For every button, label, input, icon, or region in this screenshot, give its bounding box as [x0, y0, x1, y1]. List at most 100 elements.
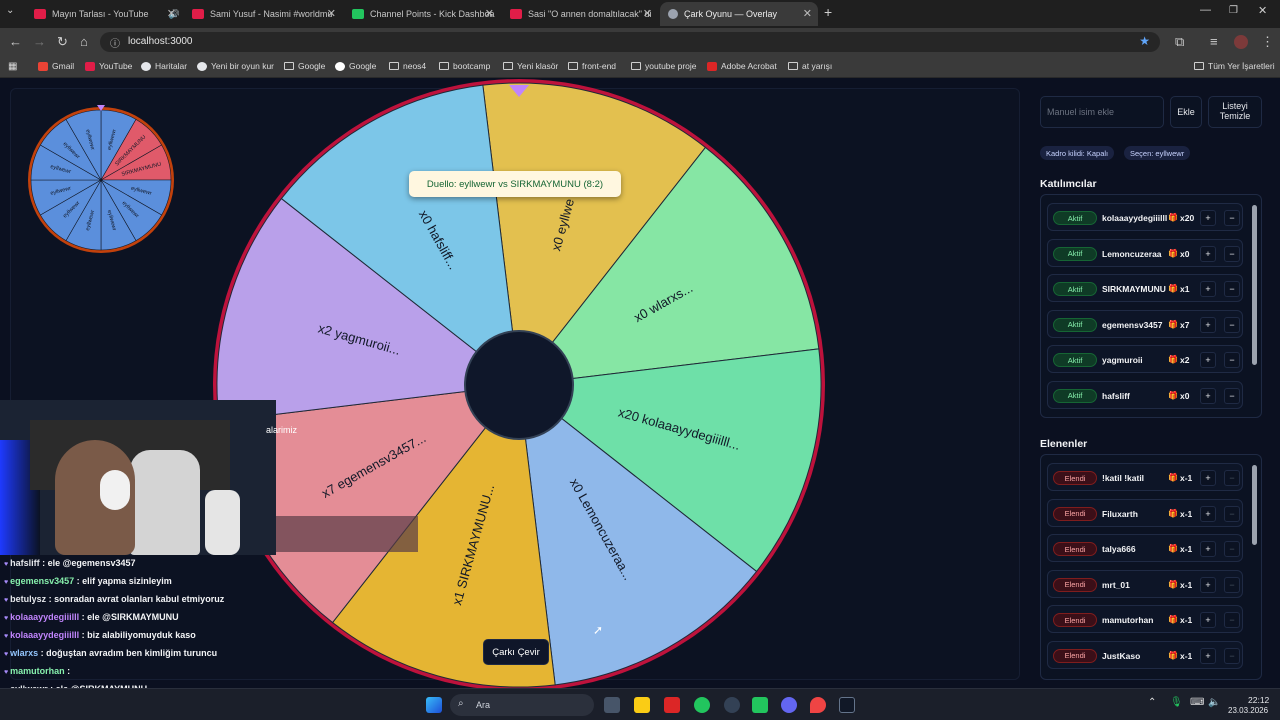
bookmark-folder-youtube-proje[interactable]: youtube proje: [631, 61, 697, 71]
clear-list-button[interactable]: Listeyi Temizle: [1208, 96, 1262, 128]
tab-list-icon[interactable]: ⌄: [6, 5, 14, 16]
volume-icon[interactable]: 🔈: [1208, 697, 1220, 708]
kick-app-icon[interactable]: [752, 697, 768, 713]
clock-date[interactable]: 23.03.2026: [1228, 706, 1268, 715]
bookmark-folder-neos4[interactable]: neos4: [389, 61, 426, 71]
increment-button[interactable]: +: [1200, 316, 1216, 333]
bookmark-folder-bootcamp[interactable]: bootcamp: [439, 61, 490, 71]
bookmark-acrobat[interactable]: Adobe Acrobat: [707, 61, 777, 71]
reload-icon[interactable]: ↻: [57, 34, 68, 50]
close-tab-icon[interactable]: ✕: [803, 7, 812, 20]
bookmark-folder-google[interactable]: Google: [284, 61, 325, 71]
decrement-button[interactable]: −: [1224, 352, 1240, 368]
bookmark-star-icon[interactable]: ★: [1139, 34, 1150, 48]
spin-button[interactable]: Çarkı Çevir: [483, 639, 549, 665]
status-badge[interactable]: Aktif: [1053, 211, 1097, 225]
tray-chevron-icon[interactable]: ⌃: [1148, 697, 1156, 708]
extensions-icon[interactable]: ⧉: [1175, 34, 1184, 50]
tab-0[interactable]: Mayın Tarlası - YouTube 🔊 ✕: [26, 2, 182, 26]
tab-2[interactable]: Channel Points - Kick Dashboa ✕: [344, 2, 500, 26]
increment-button[interactable]: +: [1200, 352, 1216, 368]
chrome-icon[interactable]: [694, 697, 710, 713]
omnibox[interactable]: ⓘ localhost:3000 ★: [100, 32, 1160, 52]
decrement-button[interactable]: −: [1224, 316, 1240, 333]
close-window-icon[interactable]: ✕: [1258, 4, 1267, 17]
menu-icon[interactable]: ⋮: [1261, 34, 1274, 50]
bookmark-youtube[interactable]: YouTube: [85, 61, 132, 71]
decrement-button[interactable]: −: [1224, 387, 1240, 404]
bookmark-new-game[interactable]: Yeni bir oyun kur: [197, 61, 274, 71]
increment-button[interactable]: +: [1200, 576, 1216, 593]
decrement-button[interactable]: −: [1224, 210, 1240, 226]
status-badge[interactable]: Aktif: [1053, 317, 1097, 332]
bookmark-folder-new[interactable]: Yeni klasör: [503, 61, 558, 71]
decrement-button[interactable]: −: [1224, 281, 1240, 297]
decrement-button[interactable]: −: [1224, 647, 1240, 664]
manual-name-input[interactable]: Manuel isim ekle: [1040, 96, 1164, 128]
bookmark-maps[interactable]: Haritalar: [141, 61, 187, 71]
close-tab-icon[interactable]: ✕: [643, 7, 652, 20]
bookmark-folder-frontend[interactable]: front-end: [568, 61, 616, 71]
maps-app-icon[interactable]: [810, 697, 826, 713]
site-info-icon[interactable]: ⓘ: [110, 35, 120, 50]
status-badge[interactable]: Aktif: [1053, 353, 1097, 367]
decrement-button[interactable]: −: [1224, 576, 1240, 593]
scrollbar[interactable]: [1252, 465, 1257, 545]
decrement-button[interactable]: −: [1224, 245, 1240, 262]
add-button[interactable]: Ekle: [1170, 96, 1202, 128]
increment-button[interactable]: +: [1200, 210, 1216, 226]
status-badge[interactable]: Elendi: [1053, 577, 1097, 592]
increment-button[interactable]: +: [1200, 281, 1216, 297]
clock-time[interactable]: 22:12: [1248, 695, 1269, 705]
close-tab-icon[interactable]: ✕: [485, 7, 494, 20]
apps-icon[interactable]: ▦: [8, 61, 17, 72]
youtube-app-icon[interactable]: [664, 697, 680, 713]
bookmark-folder-at-yarisi[interactable]: at yarışı: [788, 61, 832, 71]
main-wheel[interactable]: x0 eyllwex0 wlarxs...x20 kolaaayydegiiil…: [209, 75, 829, 695]
bookmark-gmail[interactable]: Gmail: [38, 61, 74, 71]
status-badge[interactable]: Elendi: [1053, 506, 1097, 521]
maximize-icon[interactable]: ❐: [1229, 5, 1238, 16]
close-tab-icon[interactable]: ✕: [167, 7, 176, 20]
status-badge[interactable]: Elendi: [1053, 471, 1097, 485]
bookmark-google[interactable]: Google: [335, 61, 376, 71]
mic-icon[interactable]: 🎙: [1170, 697, 1183, 708]
status-badge[interactable]: Aktif: [1053, 282, 1097, 296]
status-badge[interactable]: Elendi: [1053, 542, 1097, 556]
profile-avatar[interactable]: [1234, 35, 1248, 49]
obs-icon[interactable]: [724, 697, 740, 713]
tab-3[interactable]: Sasi "O annen domaltılacak" di ✕: [502, 2, 658, 26]
status-badge[interactable]: Elendi: [1053, 648, 1097, 663]
increment-button[interactable]: +: [1200, 470, 1216, 486]
decrement-button[interactable]: −: [1224, 505, 1240, 522]
tab-active[interactable]: Çark Oyunu — Overlay ✕: [660, 2, 818, 26]
terminal-icon[interactable]: [839, 697, 855, 713]
task-view-icon[interactable]: [604, 697, 620, 713]
increment-button[interactable]: +: [1200, 647, 1216, 664]
close-tab-icon[interactable]: ✕: [327, 7, 336, 20]
reading-list-icon[interactable]: ≡: [1210, 34, 1218, 49]
taskbar-search[interactable]: ⌕ Ara: [450, 694, 594, 716]
tab-1[interactable]: Sami Yusuf - Nasimi #worldmu ✕: [184, 2, 342, 26]
decrement-button[interactable]: −: [1224, 470, 1240, 486]
home-icon[interactable]: ⌂: [80, 34, 88, 49]
increment-button[interactable]: +: [1200, 541, 1216, 557]
increment-button[interactable]: +: [1200, 245, 1216, 262]
new-tab-icon[interactable]: +: [824, 4, 832, 20]
status-badge[interactable]: Aktif: [1053, 388, 1097, 403]
file-explorer-icon[interactable]: [634, 697, 650, 713]
back-icon[interactable]: ←: [9, 34, 22, 49]
lock-status-pill[interactable]: Kadro kilidi: Kapalı: [1040, 146, 1115, 160]
discord-icon[interactable]: [781, 697, 797, 713]
increment-button[interactable]: +: [1200, 387, 1216, 404]
scrollbar[interactable]: [1252, 205, 1257, 365]
status-badge[interactable]: Elendi: [1053, 613, 1097, 627]
forward-icon[interactable]: →: [33, 34, 46, 49]
all-bookmarks[interactable]: Tüm Yer İşaretleri: [1194, 61, 1275, 71]
minimize-icon[interactable]: —: [1200, 4, 1211, 16]
network-icon[interactable]: ⌨: [1190, 697, 1204, 708]
decrement-button[interactable]: −: [1224, 541, 1240, 557]
increment-button[interactable]: +: [1200, 612, 1216, 628]
status-badge[interactable]: Aktif: [1053, 246, 1097, 261]
windows-start-icon[interactable]: [426, 697, 442, 713]
